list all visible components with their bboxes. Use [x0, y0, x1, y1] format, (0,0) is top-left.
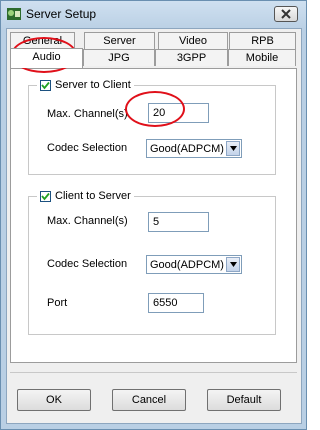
cancel-button[interactable]: Cancel — [112, 389, 186, 411]
check-icon — [41, 192, 50, 200]
client-to-server-checkbox[interactable] — [40, 190, 51, 202]
server-to-client-checkbox[interactable] — [40, 79, 51, 91]
tab-label: Audio — [32, 51, 61, 63]
tab-label: Video — [179, 35, 207, 47]
client-max-channels-input[interactable]: 5 — [148, 212, 209, 232]
check-icon — [41, 81, 50, 89]
tab-rpb[interactable]: RPB — [229, 32, 296, 49]
tab-3gpp[interactable]: 3GPP — [155, 49, 228, 66]
max-channels-highlight-ellipse — [125, 91, 185, 127]
client-codec-value: Good(ADPCM) — [150, 259, 224, 271]
codec-selection-label: Codec Selection — [47, 258, 128, 270]
chevron-down-icon — [230, 146, 237, 151]
default-button[interactable]: Default — [207, 389, 281, 411]
port-label: Port — [47, 297, 68, 309]
server-codec-value: Good(ADPCM) — [150, 143, 224, 155]
tab-label: Mobile — [245, 52, 279, 64]
separator — [10, 372, 297, 373]
tab-jpg[interactable]: JPG — [83, 49, 155, 66]
max-channels-label: Max. Channel(s) — [47, 108, 128, 120]
close-icon — [281, 9, 291, 19]
client-to-server-label: Client to Server — [55, 190, 131, 202]
client-to-server-header: Client to Server — [37, 190, 134, 202]
client-to-server-group: Client to Server Max. Channel(s) 5 Codec… — [28, 190, 276, 335]
codec-selection-label: Codec Selection — [47, 142, 128, 154]
tab-label: 3GPP — [176, 52, 207, 64]
client-codec-select[interactable]: Good(ADPCM) — [146, 255, 242, 274]
app-icon — [7, 8, 21, 20]
dropdown-arrow[interactable] — [226, 141, 240, 156]
dialog-body: General Server Video RPB Audio JPG 3GPP … — [6, 28, 302, 424]
max-channels-label: Max. Channel(s) — [47, 215, 128, 227]
server-to-client-label: Server to Client — [55, 79, 131, 91]
server-codec-select[interactable]: Good(ADPCM) — [146, 139, 242, 158]
tab-mobile[interactable]: Mobile — [228, 49, 296, 66]
chevron-down-icon — [230, 262, 237, 267]
port-input[interactable]: 6550 — [148, 293, 204, 313]
window-title: Server Setup — [26, 7, 97, 21]
server-to-client-header: Server to Client — [37, 79, 134, 91]
ok-button[interactable]: OK — [17, 389, 91, 411]
dropdown-arrow[interactable] — [226, 257, 240, 272]
tab-server[interactable]: Server — [84, 32, 155, 49]
tab-video[interactable]: Video — [158, 32, 228, 49]
close-button[interactable] — [274, 6, 298, 22]
tab-label: JPG — [108, 52, 130, 64]
title-bar[interactable]: Server Setup — [1, 1, 306, 27]
tab-label: RPB — [251, 35, 274, 47]
tab-audio[interactable]: Audio — [10, 48, 83, 68]
server-setup-window: Server Setup General Server Video RPB Au… — [0, 0, 307, 430]
tab-label: Server — [103, 35, 136, 47]
